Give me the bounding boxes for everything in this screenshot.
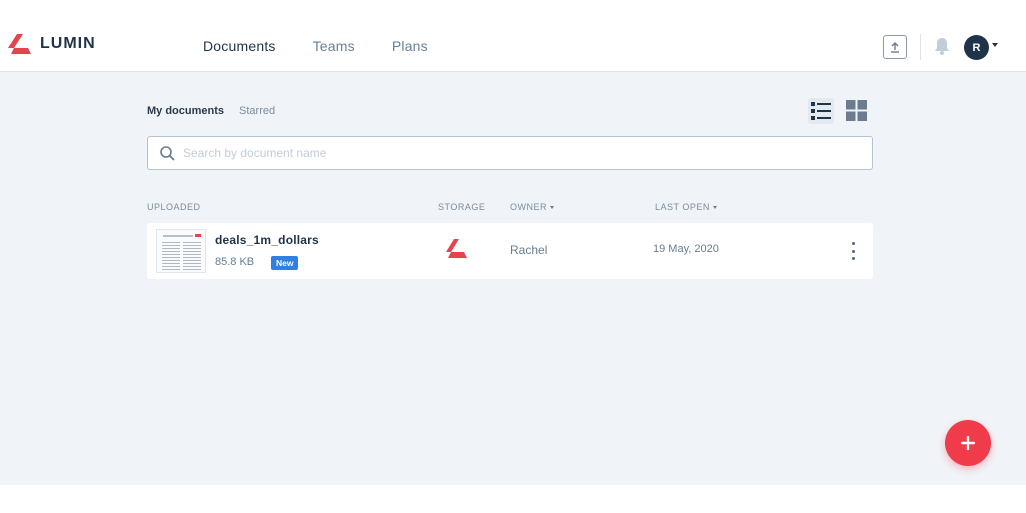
- header-divider: [920, 34, 921, 60]
- search-input[interactable]: [183, 146, 823, 160]
- sort-caret-icon: [550, 205, 554, 209]
- chevron-down-icon[interactable]: [992, 43, 998, 47]
- list-view-button[interactable]: [808, 98, 834, 124]
- table-row[interactable]: deals_1m_dollars 85.8 KB New Rachel 19 M…: [147, 223, 873, 279]
- grid-view-button[interactable]: [846, 100, 867, 126]
- lumin-logo[interactable]: LUMIN: [8, 34, 96, 54]
- lumin-logo-icon: [8, 34, 31, 54]
- upload-button[interactable]: [883, 35, 907, 59]
- lumin-storage-icon: [446, 239, 468, 264]
- search-box: [147, 136, 873, 170]
- sort-caret-icon: [712, 205, 717, 209]
- list-view-icon: [811, 102, 831, 120]
- nav-plans[interactable]: Plans: [392, 38, 428, 54]
- document-tabs: My documents Starred: [147, 105, 290, 117]
- upload-icon: [891, 42, 899, 53]
- grid-view-icon: [846, 100, 867, 121]
- column-uploaded: UPLOADED: [147, 202, 201, 212]
- main-nav: Documents Teams Plans: [203, 38, 465, 54]
- more-options-icon[interactable]: [847, 240, 859, 262]
- document-size: 85.8 KB: [215, 256, 255, 268]
- column-owner-label: OWNER: [510, 202, 547, 212]
- document-last-open: 19 May, 2020: [653, 243, 719, 255]
- brand-name: LUMIN: [40, 35, 96, 52]
- avatar[interactable]: R: [964, 35, 989, 60]
- notifications-button[interactable]: [933, 36, 951, 61]
- search-icon: [160, 145, 175, 161]
- nav-documents[interactable]: Documents: [203, 38, 276, 54]
- new-badge: New: [271, 256, 299, 270]
- column-storage: STORAGE: [438, 202, 486, 212]
- document-owner: Rachel: [510, 243, 548, 257]
- tab-starred[interactable]: Starred: [239, 105, 275, 117]
- bell-icon: [935, 38, 949, 55]
- document-thumbnail: [156, 229, 206, 273]
- main-content: My documents Starred UPLOADED STORAGE OW…: [0, 72, 1026, 485]
- column-last-open[interactable]: LAST OPEN: [655, 202, 717, 212]
- plus-icon: [961, 436, 975, 450]
- tab-my-documents[interactable]: My documents: [147, 105, 224, 117]
- add-document-button[interactable]: [945, 420, 991, 466]
- column-owner[interactable]: OWNER: [510, 202, 554, 212]
- column-last-open-label: LAST OPEN: [655, 202, 710, 212]
- nav-teams[interactable]: Teams: [313, 38, 355, 54]
- top-bar: LUMIN Documents Teams Plans R: [0, 0, 1026, 72]
- document-name[interactable]: deals_1m_dollars: [215, 233, 319, 247]
